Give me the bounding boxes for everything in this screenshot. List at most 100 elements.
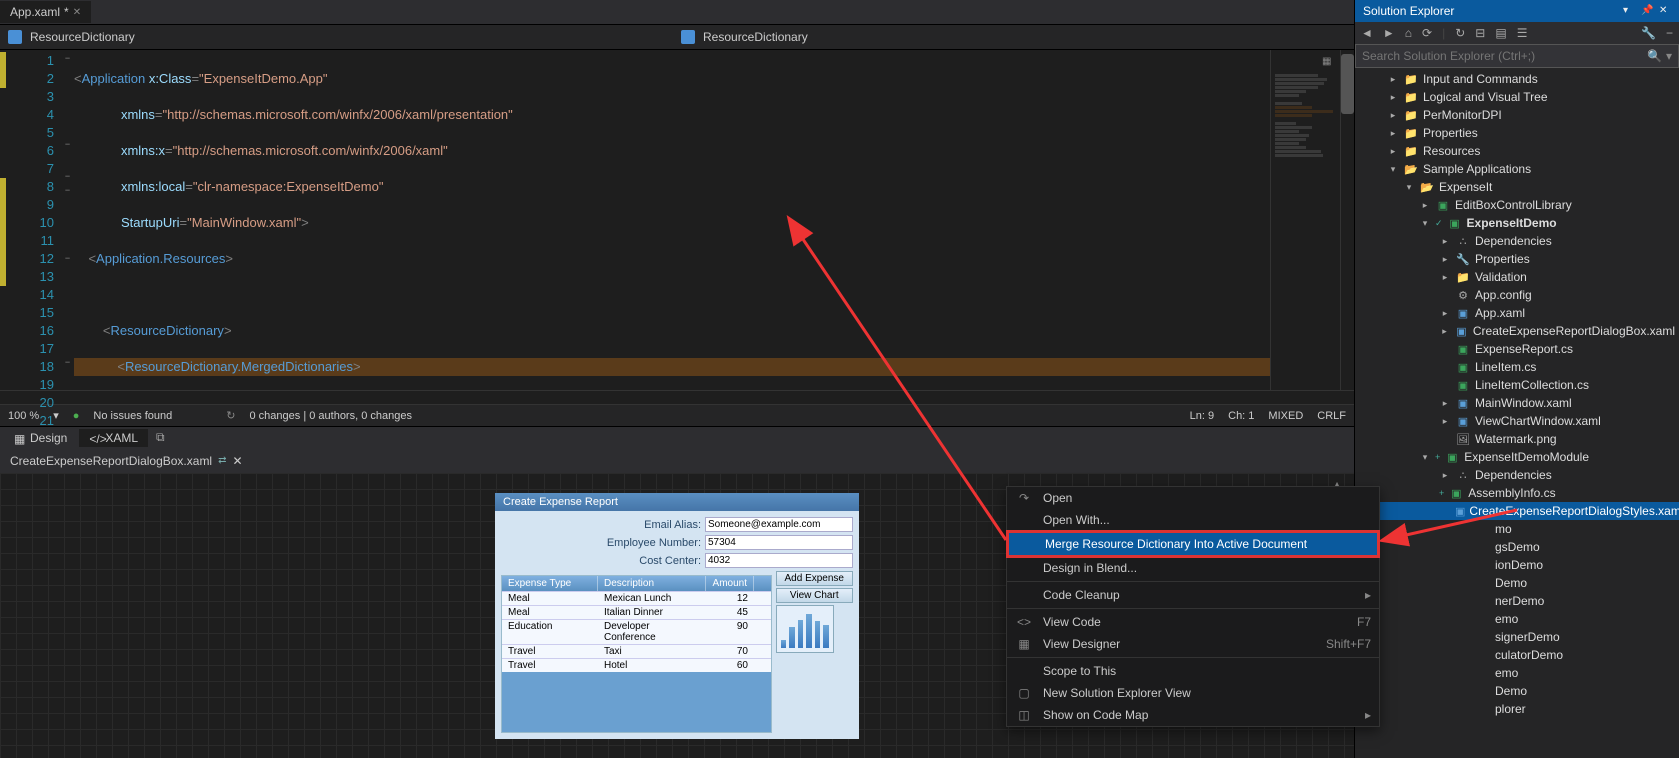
breadcrumb-left[interactable]: ResourceDictionary [30, 30, 135, 44]
tree-item[interactable]: ▸📁PerMonitorDPI [1355, 106, 1679, 124]
cost-field[interactable] [705, 553, 853, 568]
view-chart-button[interactable]: View Chart [776, 588, 854, 603]
dropdown-icon[interactable]: ▾ [1666, 49, 1672, 63]
menu-design-in-blend[interactable]: Design in Blend... [1007, 557, 1379, 579]
code-content[interactable]: <Application x:Class="ExpenseItDemo.App"… [74, 50, 1270, 390]
sync-icon[interactable]: ⟳ [1422, 26, 1432, 40]
close-icon[interactable]: ✕ [73, 7, 81, 18]
tree-item[interactable]: +▣AssemblyInfo.cs [1355, 484, 1679, 502]
tree-item[interactable]: plorer [1355, 700, 1679, 718]
minimap-toggle-icon[interactable]: ▦ [1322, 56, 1334, 68]
table-row[interactable]: TravelHotel60 [502, 658, 771, 672]
tree-item[interactable]: ▸📁Properties [1355, 124, 1679, 142]
tree-item[interactable]: ▾✓▣ExpenseItDemo [1355, 214, 1679, 232]
tree-item[interactable]: Demo [1355, 574, 1679, 592]
dropdown-icon[interactable]: ▾ [1623, 5, 1635, 17]
minimap[interactable]: ▦ [1270, 50, 1340, 390]
menu-view-code[interactable]: <>View CodeF7 [1007, 611, 1379, 633]
show-all-icon[interactable]: ▤ [1495, 26, 1506, 40]
minus-icon[interactable]: − [1666, 26, 1673, 40]
tree-item[interactable]: ▸▣EditBoxControlLibrary [1355, 196, 1679, 214]
tabs-label[interactable]: MIXED [1268, 410, 1303, 422]
add-expense-button[interactable]: Add Expense [776, 571, 854, 586]
tree-item[interactable]: ▾📂Sample Applications [1355, 160, 1679, 178]
menu-show-on-code-map[interactable]: ◫Show on Code Map▸ [1007, 704, 1379, 726]
tree-item[interactable]: ▣ExpenseReport.cs [1355, 340, 1679, 358]
status-bar: 100 % ▾ ● No issues found ↻ 0 changes | … [0, 404, 1354, 426]
line-ending-label[interactable]: CRLF [1317, 410, 1346, 422]
tree-item[interactable]: ▸▣App.xaml [1355, 304, 1679, 322]
tree-item[interactable]: ▸📁Validation [1355, 268, 1679, 286]
solution-search[interactable]: 🔍 ▾ [1355, 44, 1679, 68]
design-icon: ▦ [14, 432, 26, 444]
tree-item[interactable]: emo [1355, 610, 1679, 628]
tree-item[interactable]: ▸∴Dependencies [1355, 466, 1679, 484]
menu-view-designer[interactable]: ▦View DesignerShift+F7 [1007, 633, 1379, 655]
vertical-scrollbar[interactable] [1340, 50, 1354, 390]
collapse-icon[interactable]: ⊟ [1475, 26, 1485, 40]
tree-item[interactable]: mo [1355, 520, 1679, 538]
employee-field[interactable] [705, 535, 853, 550]
fold-column[interactable]: − − − − − − [62, 50, 74, 390]
tree-item[interactable]: ▸📁Logical and Visual Tree [1355, 88, 1679, 106]
tree-item[interactable]: ▣LineItem.cs [1355, 358, 1679, 376]
search-input[interactable] [1362, 49, 1647, 63]
file-tab[interactable]: App.xaml* ✕ [0, 1, 91, 23]
editor-tabs: App.xaml* ✕ [0, 0, 1354, 25]
breadcrumb-right[interactable]: ResourceDictionary [703, 30, 808, 44]
file-tab-2[interactable]: CreateExpenseReportDialogBox.xaml ⇄ ✕ [0, 450, 253, 472]
tree-item[interactable]: ▾📂ExpenseIt [1355, 178, 1679, 196]
tree-item[interactable]: gsDemo [1355, 538, 1679, 556]
menu-merge-resource-dictionary[interactable]: Merge Resource Dictionary Into Active Do… [1007, 531, 1379, 557]
issues-label[interactable]: No issues found [93, 410, 172, 422]
tree-item[interactable]: nerDemo [1355, 592, 1679, 610]
pin-icon[interactable]: 📌 [1641, 5, 1653, 17]
tree-item[interactable]: emo [1355, 664, 1679, 682]
table-row[interactable]: MealItalian Dinner45 [502, 605, 771, 619]
menu-scope-to-this[interactable]: Scope to This [1007, 660, 1379, 682]
tree-item[interactable]: ionDemo [1355, 556, 1679, 574]
properties-icon[interactable]: ☰ [1517, 26, 1528, 40]
wrench-icon[interactable]: 🔧 [1641, 26, 1656, 40]
tree-item[interactable]: ▸∴Dependencies [1355, 232, 1679, 250]
tree-item[interactable]: signerDemo [1355, 628, 1679, 646]
menu-open[interactable]: ↷Open [1007, 487, 1379, 509]
close-icon[interactable]: ✕ [1659, 5, 1671, 17]
table-row[interactable]: EducationDeveloper Conference90 [502, 619, 771, 644]
context-menu: ↷Open Open With... Merge Resource Dictio… [1006, 486, 1380, 727]
table-row[interactable]: MealMexican Lunch12 [502, 591, 771, 605]
tree-item[interactable]: Demo [1355, 682, 1679, 700]
back-icon[interactable]: ◄ [1361, 26, 1373, 40]
tree-item[interactable]: ▸▣CreateExpenseReportDialogBox.xaml [1355, 322, 1679, 340]
home-icon[interactable]: ⌂ [1405, 26, 1412, 40]
map-icon: ◫ [1015, 708, 1033, 722]
code-editor[interactable]: 123456789101112131415161718192021 − − − … [0, 50, 1354, 390]
menu-open-with[interactable]: Open With... [1007, 509, 1379, 531]
changes-label[interactable]: 0 changes | 0 authors, 0 changes [250, 410, 412, 422]
tree-item[interactable]: 🖼Watermark.png [1355, 430, 1679, 448]
close-icon[interactable]: ✕ [233, 454, 243, 468]
tree-item[interactable]: ▸▣ViewChartWindow.xaml [1355, 412, 1679, 430]
tree-item[interactable]: ▸📁Input and Commands [1355, 70, 1679, 88]
chevron-down-icon[interactable]: ▾ [53, 409, 59, 422]
solution-tree[interactable]: ▸📁Input and Commands ▸📁Logical and Visua… [1355, 68, 1679, 758]
tree-item[interactable]: ▸🔧Properties [1355, 250, 1679, 268]
design-tab[interactable]: ▦Design [4, 429, 77, 447]
tree-item[interactable]: ▣LineItemCollection.cs [1355, 376, 1679, 394]
table-row[interactable]: TravelTaxi70 [502, 644, 771, 658]
tree-item[interactable]: ⚙App.config [1355, 286, 1679, 304]
tree-item[interactable]: culatorDemo [1355, 646, 1679, 664]
tree-item[interactable]: ▸📁Resources [1355, 142, 1679, 160]
tree-item[interactable]: ▾+▣ExpenseItDemoModule [1355, 448, 1679, 466]
xaml-tab[interactable]: </>XAML [79, 429, 148, 447]
menu-code-cleanup[interactable]: Code Cleanup▸ [1007, 584, 1379, 606]
email-field[interactable] [705, 517, 853, 532]
refresh-icon[interactable]: ↻ [1455, 26, 1465, 40]
forward-icon[interactable]: ► [1383, 26, 1395, 40]
tree-item[interactable]: ▸▣MainWindow.xaml [1355, 394, 1679, 412]
tree-item-selected[interactable]: ▣CreateExpenseReportDialogStyles.xaml [1355, 502, 1679, 520]
popout-icon[interactable]: ⧉ [156, 430, 165, 445]
search-icon[interactable]: 🔍 [1647, 49, 1662, 63]
menu-new-solution-view[interactable]: ▢New Solution Explorer View [1007, 682, 1379, 704]
horizontal-scrollbar[interactable] [0, 390, 1354, 404]
